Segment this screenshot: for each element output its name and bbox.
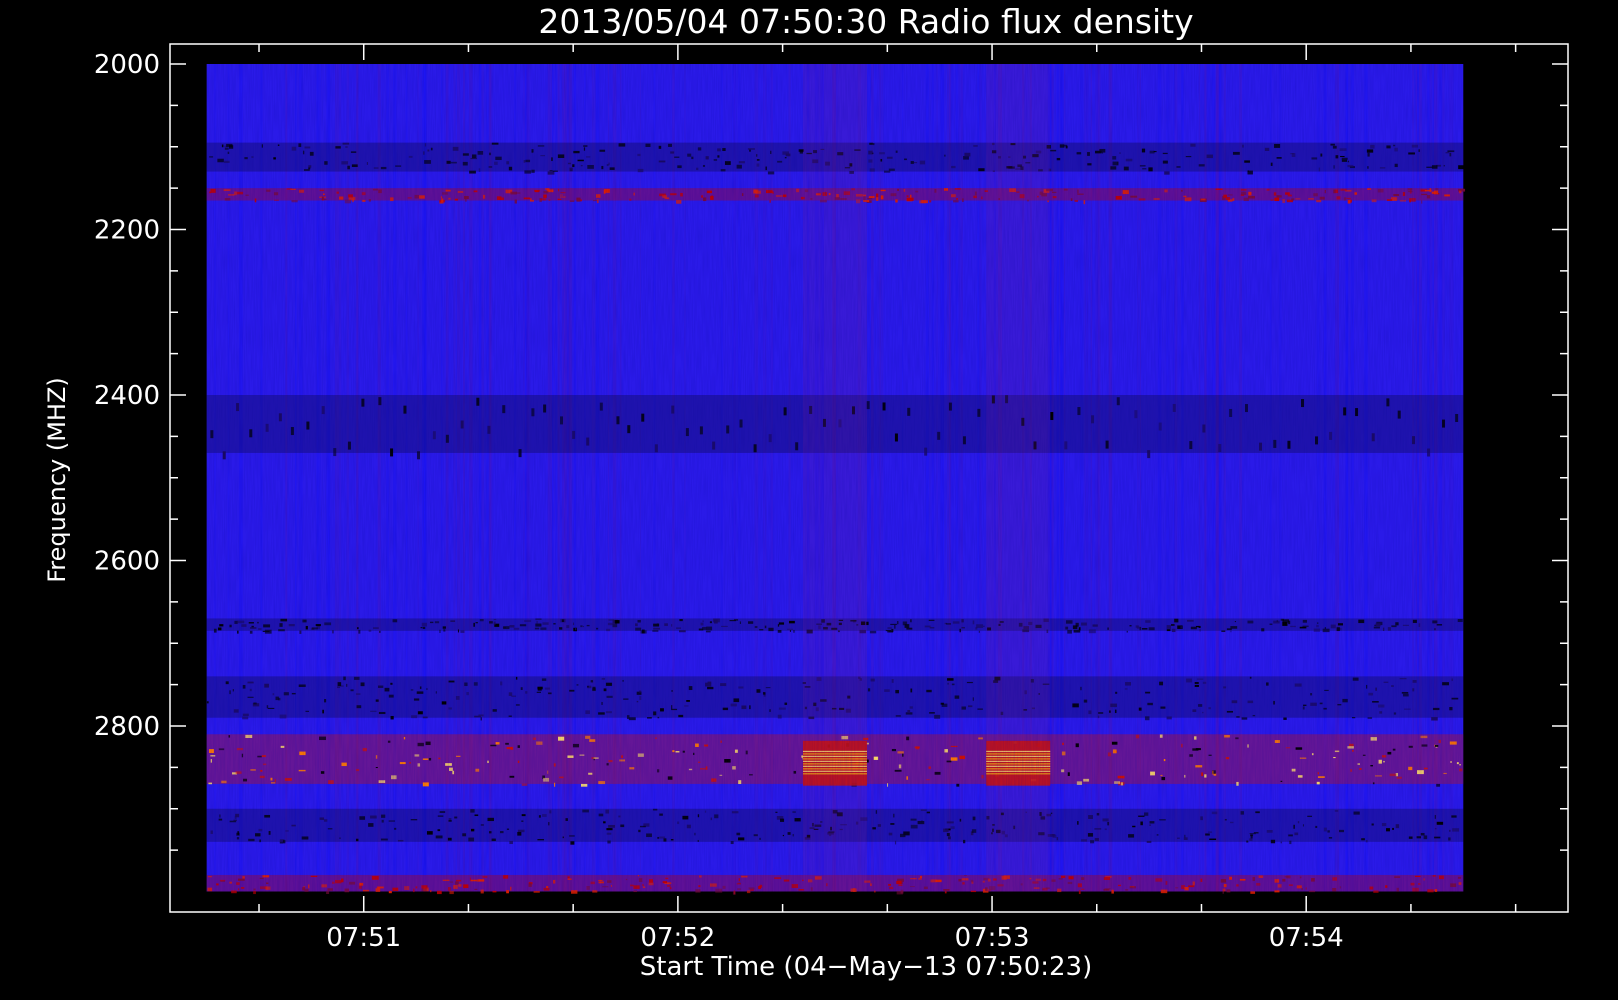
spectrogram-chart: 2013/05/04 07:50:30 Radio flux density 2…: [0, 0, 1618, 1000]
heatmap-grain: [206, 64, 1464, 892]
x-tick-label: 07:54: [1269, 923, 1344, 953]
y-axis-label: Frequency (MHZ): [43, 377, 71, 583]
y-tick-label: 2200: [94, 216, 160, 246]
heatmap-image: [206, 64, 1466, 895]
x-axis-label: Start Time (04−May−13 07:50:23): [640, 952, 1093, 982]
y-tick-label: 2400: [94, 381, 160, 411]
x-tick-label: 07:53: [955, 923, 1030, 953]
y-tick-label: 2600: [94, 547, 160, 577]
x-tick-label: 07:51: [326, 923, 401, 953]
y-tick-label: 2800: [94, 712, 160, 742]
y-tick-label: 2000: [94, 50, 160, 80]
chart-title: 2013/05/04 07:50:30 Radio flux density: [538, 2, 1193, 41]
x-tick-label: 07:52: [640, 923, 715, 953]
